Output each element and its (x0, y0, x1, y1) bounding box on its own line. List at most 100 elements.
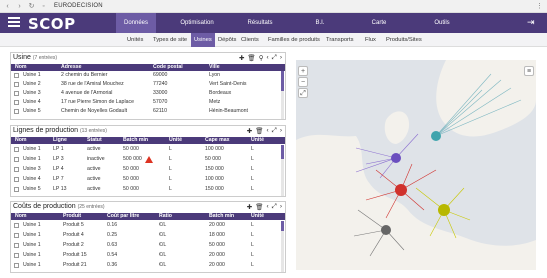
chevron-right-icon[interactable]: › (280, 127, 282, 135)
table-row[interactable]: Usine 2 38 rue de l'Amiral Mouchez 77240 Ve… (11, 80, 285, 89)
tab-donnees[interactable]: Données (116, 13, 156, 33)
browser-menu-icon[interactable]: ⋮ (536, 2, 543, 10)
col-produit[interactable]: Produit (63, 213, 81, 220)
chevron-right-icon[interactable]: › (280, 203, 282, 211)
tab-resultats[interactable]: Résultats (240, 13, 280, 33)
table-row[interactable]: Usine 1 Produit 5 0.16 €/L 20 000 L (11, 221, 285, 230)
subtab-usines[interactable]: Usines (191, 33, 215, 47)
col-nom[interactable]: Nom (15, 137, 27, 144)
chevron-right-icon[interactable]: › (280, 54, 282, 62)
tab-carte[interactable]: Carte (368, 13, 390, 33)
app-logo[interactable]: SCOP (28, 15, 76, 33)
table-row[interactable]: Usine 1 Produit 21 0.36 €/L 20 000 L (11, 261, 285, 270)
fullscreen-icon[interactable]: ⤢ (298, 88, 308, 98)
col-adresse[interactable]: Adresse (61, 64, 81, 71)
zoom-in-icon[interactable]: + (298, 66, 308, 76)
subtab-transports[interactable]: Transports (326, 33, 354, 47)
url-bar[interactable]: EURODECISION (54, 3, 103, 9)
tab-bi[interactable]: B.I. (310, 13, 330, 33)
usines-scrollbar[interactable] (281, 71, 284, 119)
row-checkbox[interactable] (14, 167, 19, 172)
depot-marker[interactable] (395, 184, 407, 196)
couts-scrollbar[interactable] (281, 221, 284, 272)
row-checkbox[interactable] (14, 91, 19, 96)
subtab-produits-sites[interactable]: Produits/Sites (386, 33, 422, 47)
expand-icon[interactable]: ⤢ (272, 54, 277, 62)
layers-icon[interactable]: ≡ (524, 66, 534, 76)
row-checkbox[interactable] (14, 253, 19, 258)
table-row[interactable]: Usine 34 avenue de l'Armorial 33000 Bordea… (11, 89, 285, 98)
table-row[interactable]: Usine 5 LP 13 active 50 000 L 150 000 L (11, 185, 285, 194)
col-code-postal[interactable]: Code postal (153, 64, 183, 71)
menu-icon[interactable] (8, 17, 20, 28)
table-row[interactable]: Usine 1 LP 1 active 50 000 L 100 000 L (11, 145, 285, 154)
depot-marker[interactable] (381, 225, 391, 235)
col-ligne[interactable]: Ligne (53, 137, 67, 144)
pin-icon[interactable]: ⚲ (259, 54, 264, 62)
col-unite[interactable]: Unité (169, 137, 182, 144)
row-checkbox[interactable] (14, 157, 19, 162)
row-checkbox[interactable] (14, 223, 19, 228)
col-ratio[interactable]: Ratio (159, 213, 172, 220)
expand-icon[interactable]: ⤢ (272, 127, 277, 135)
col-cout-par-litre[interactable]: Coût par litre (107, 213, 139, 220)
chevron-left-icon[interactable]: ‹ (266, 203, 268, 211)
col-ville[interactable]: Ville (209, 64, 220, 71)
delete-icon[interactable]: 🗑 (255, 127, 263, 135)
delete-icon[interactable]: 🗑 (247, 54, 255, 62)
col-unite-2[interactable]: Unité (251, 137, 264, 144)
back-icon[interactable]: ‹ (3, 2, 12, 11)
row-checkbox[interactable] (14, 243, 19, 248)
flow-map[interactable]: + − ⤢ ≡ (296, 60, 536, 270)
subtab-unites[interactable]: Unités (127, 33, 143, 47)
row-checkbox[interactable] (14, 82, 19, 87)
add-icon[interactable]: ✚ (247, 203, 252, 211)
row-checkbox[interactable] (14, 109, 19, 114)
table-row[interactable]: Usine 3 LP 4 active 50 000 L 150 000 L (11, 165, 285, 174)
subtab-flux[interactable]: Flux (365, 33, 376, 47)
col-nom[interactable]: Nom (15, 213, 27, 220)
depot-marker[interactable] (438, 204, 450, 216)
subtab-clients[interactable]: Clients (241, 33, 259, 47)
table-row[interactable]: Usine 1 LP 3 inactive 500 000 L 50 000 L (11, 155, 285, 164)
chevron-left-icon[interactable]: ‹ (266, 54, 268, 62)
forward-icon[interactable]: › (15, 2, 24, 11)
col-batch-min[interactable]: Batch min (123, 137, 148, 144)
subtab-familles-de-produits[interactable]: Familles de produits (268, 33, 320, 47)
table-row[interactable]: Usine 12 chemin du Bernier 69000 Lyon (11, 71, 285, 80)
table-row[interactable]: Usine 4 17 rue Pierre Simon de Laplace 570… (11, 98, 285, 107)
col-statut[interactable]: Statut (87, 137, 102, 144)
tab-optimisation[interactable]: Optimisation (168, 13, 226, 33)
row-checkbox[interactable] (14, 263, 19, 268)
row-checkbox[interactable] (14, 177, 19, 182)
table-row[interactable]: Usine 1 Produit 2 0.63 €/L 50 000 L (11, 241, 285, 250)
delete-icon[interactable]: 🗑 (255, 203, 263, 211)
table-row[interactable]: Usine 1 Produit 4 0.25 €/L 18 000 L (11, 231, 285, 240)
add-icon[interactable]: ✚ (247, 127, 252, 135)
depot-marker[interactable] (431, 131, 441, 141)
add-icon[interactable]: ✚ (239, 54, 244, 62)
zoom-out-icon[interactable]: − (298, 77, 308, 87)
col-batch-min[interactable]: Batch min (209, 213, 234, 220)
row-checkbox[interactable] (14, 233, 19, 238)
col-cape-max[interactable]: Cape max (205, 137, 230, 144)
reload-icon[interactable]: ↻ (27, 2, 36, 11)
depot-marker[interactable] (391, 153, 401, 163)
row-checkbox[interactable] (14, 73, 19, 78)
subtab-depots[interactable]: Dépôts (218, 33, 236, 47)
couts-title: Coûts de production (25 entrées) (13, 203, 105, 210)
lignes-scrollbar[interactable] (281, 145, 284, 196)
col-unite[interactable]: Unité (251, 213, 264, 220)
subtab-types-de-site[interactable]: Types de site (153, 33, 187, 47)
row-checkbox[interactable] (14, 100, 19, 105)
row-checkbox[interactable] (14, 147, 19, 152)
table-row[interactable]: Usine 1 Produit 15 0.54 €/L 20 000 L (11, 251, 285, 260)
table-row[interactable]: Usine 5 Chemin de Noyelles Godault 62110 Hé… (11, 107, 285, 116)
row-checkbox[interactable] (14, 187, 19, 192)
logout-icon[interactable]: ⇥ (527, 17, 537, 28)
table-row[interactable]: Usine 4 LP 7 active 50 000 L 100 000 L (11, 175, 285, 184)
tab-outils[interactable]: Outils (430, 13, 454, 33)
col-nom[interactable]: Nom (15, 64, 27, 71)
expand-icon[interactable]: ⤢ (272, 203, 277, 211)
chevron-left-icon[interactable]: ‹ (266, 127, 268, 135)
